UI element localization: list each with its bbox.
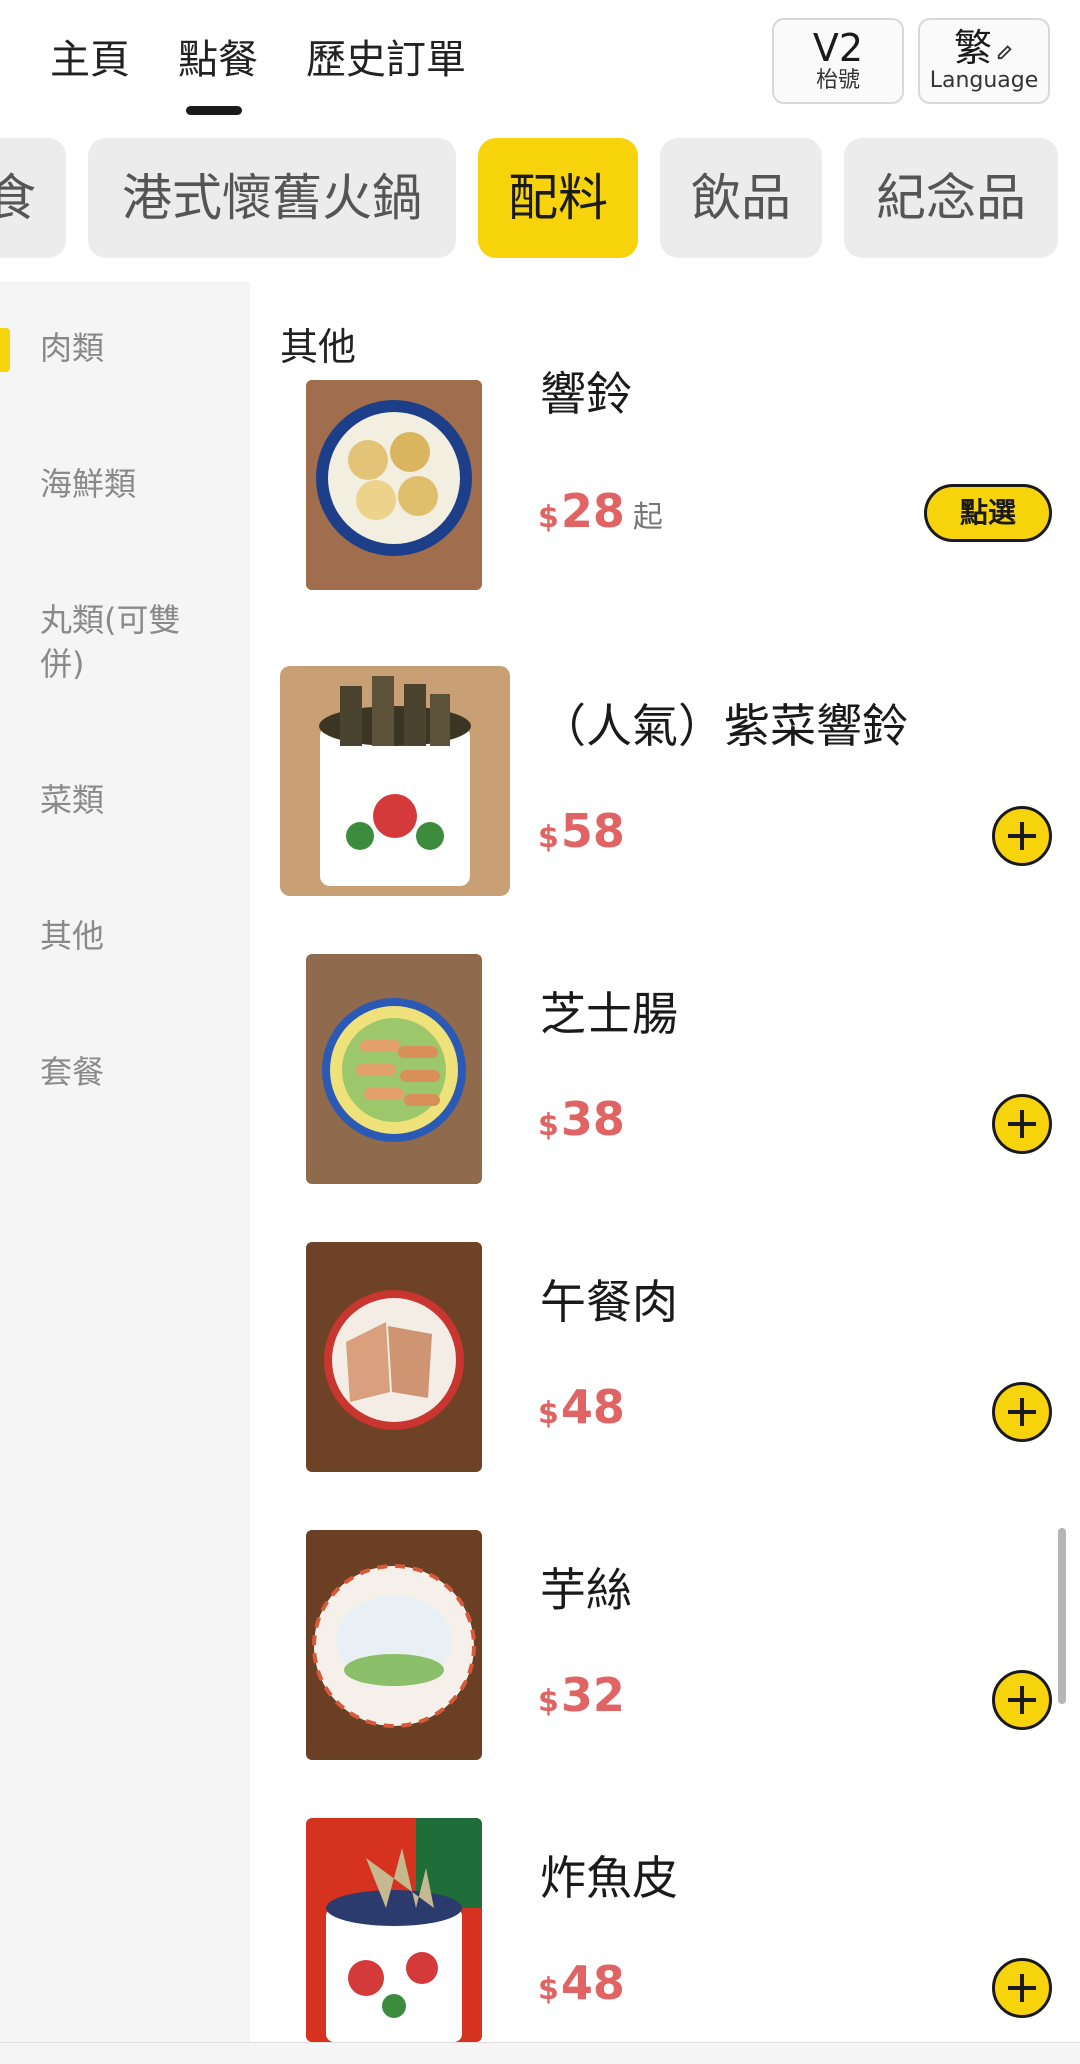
price-suffix: 起 <box>632 500 663 535</box>
active-tab-indicator <box>186 106 242 115</box>
menu-item[interactable]: 芋絲 $32 <box>250 1530 1080 1810</box>
sidebar-item-seafood[interactable]: 海鮮類 <box>40 462 220 506</box>
menu-list: 其他 響鈴 $28 起 點選 （人氣）紫菜響鈴 $58 芝士腸 $38 午餐肉 … <box>250 282 1080 2042</box>
food-photo <box>306 380 482 590</box>
top-navigation: 主頁 點餐 歷史訂單 V2 枱號 繁 Language <box>0 0 1080 132</box>
menu-item[interactable]: （人氣）紫菜響鈴 $58 <box>250 666 1080 946</box>
add-to-cart-button[interactable] <box>992 806 1052 866</box>
item-name: 芝士腸 <box>540 987 678 1041</box>
item-name: （人氣）紫菜響鈴 <box>540 699 908 753</box>
food-image-fried-fish-skin <box>306 1818 482 2042</box>
food-photo <box>306 1242 482 1472</box>
sidebar-item-meat[interactable]: 肉類 <box>40 326 220 370</box>
table-number-chip[interactable]: V2 枱號 <box>772 18 904 104</box>
item-price: $38 <box>538 1092 625 1146</box>
bottom-edge <box>0 2042 1080 2064</box>
item-price: $58 <box>538 804 625 858</box>
active-subcategory-marker <box>0 328 10 372</box>
item-name: 芋絲 <box>540 1563 632 1617</box>
currency-symbol: $ <box>538 820 559 855</box>
food-photo <box>280 666 510 896</box>
subcategory-sidebar: 肉類 海鮮類 丸類(可雙併) 菜類 其他 套餐 <box>0 282 250 2042</box>
add-to-cart-button[interactable] <box>992 1382 1052 1442</box>
currency-symbol: $ <box>538 1972 559 2007</box>
food-photo <box>306 1530 482 1760</box>
nav-tab-order[interactable]: 點餐 <box>178 36 258 84</box>
sidebar-item-others[interactable]: 其他 <box>40 914 220 958</box>
add-to-cart-button[interactable] <box>992 1958 1052 2018</box>
price-value: 48 <box>560 1956 625 2010</box>
table-number: V2 <box>812 26 864 70</box>
language-label: Language <box>929 68 1039 93</box>
language-current-text: 繁 <box>953 26 992 70</box>
sidebar-item-balls[interactable]: 丸類(可雙併) <box>40 598 220 686</box>
menu-item[interactable]: 響鈴 $28 起 點選 <box>250 367 1080 660</box>
language-current: 繁 <box>920 28 1048 68</box>
category-tab-partial[interactable]: 食 <box>0 138 66 258</box>
content-scrollbar[interactable] <box>1058 1528 1066 1704</box>
currency-symbol: $ <box>538 1684 559 1719</box>
item-name: 響鈴 <box>540 367 632 421</box>
food-image-taro-shreds <box>306 1530 482 1760</box>
price-value: 28 <box>560 484 625 538</box>
item-price: $48 <box>538 1380 625 1434</box>
add-to-cart-button[interactable] <box>992 1094 1052 1154</box>
section-title: 其他 <box>280 325 357 369</box>
food-image-cheese-sausage <box>306 954 482 1184</box>
item-name: 炸魚皮 <box>540 1851 678 1905</box>
table-number-label: 枱號 <box>815 68 860 93</box>
category-tab-hotpot[interactable]: 港式懷舊火鍋 <box>88 138 456 258</box>
price-value: 58 <box>560 804 625 858</box>
price-value: 48 <box>560 1380 625 1434</box>
sidebar-item-set-meals[interactable]: 套餐 <box>40 1050 220 1094</box>
language-button[interactable]: 繁 Language <box>918 18 1050 104</box>
price-value: 32 <box>560 1668 625 1722</box>
add-to-cart-button[interactable] <box>992 1670 1052 1730</box>
sidebar-item-vegetables[interactable]: 菜類 <box>40 778 220 822</box>
currency-symbol: $ <box>538 500 559 535</box>
item-price: $32 <box>538 1668 625 1722</box>
nav-tab-home[interactable]: 主頁 <box>50 36 130 84</box>
category-tab-sides[interactable]: 配料 <box>478 138 638 258</box>
food-image-seaweed-rolls <box>280 666 510 896</box>
category-tab-drinks[interactable]: 飲品 <box>660 138 822 258</box>
currency-symbol: $ <box>538 1108 559 1143</box>
price-value: 38 <box>560 1092 625 1146</box>
item-price: $28 起 <box>538 484 663 538</box>
currency-symbol: $ <box>538 1396 559 1431</box>
food-image-rolls <box>306 380 482 590</box>
food-image-luncheon-meat <box>306 1242 482 1472</box>
food-photo <box>306 954 482 1184</box>
item-name: 午餐肉 <box>540 1275 678 1329</box>
pencil-icon <box>997 44 1012 59</box>
menu-item[interactable]: 芝士腸 $38 <box>250 954 1080 1234</box>
select-options-button[interactable]: 點選 <box>924 484 1052 542</box>
nav-tab-order-history[interactable]: 歷史訂單 <box>306 36 466 84</box>
category-tab-souvenirs[interactable]: 紀念品 <box>844 138 1058 258</box>
category-tabs: 食 港式懷舊火鍋 配料 飲品 紀念品 <box>0 138 1080 260</box>
menu-item[interactable]: 炸魚皮 $48 <box>250 1818 1080 2042</box>
item-price: $48 <box>538 1956 625 2010</box>
menu-item[interactable]: 午餐肉 $48 <box>250 1242 1080 1522</box>
food-photo <box>306 1818 482 2042</box>
